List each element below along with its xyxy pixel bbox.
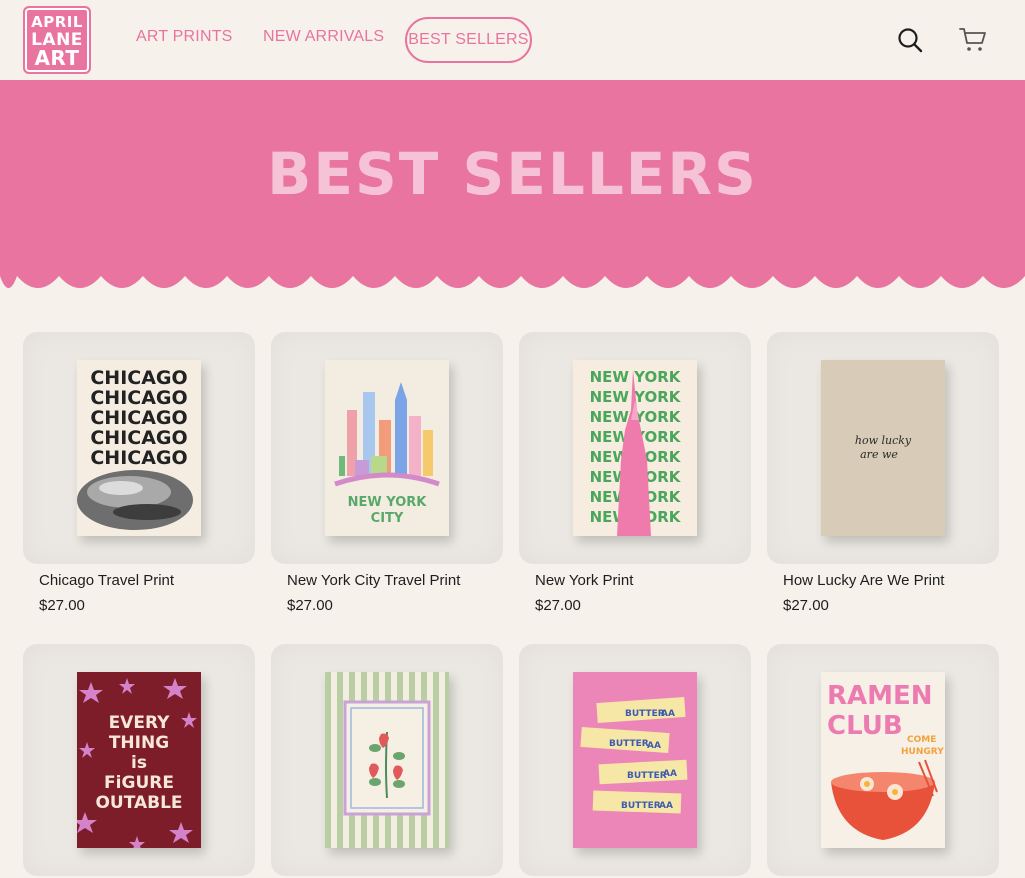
new-york-city-poster: NEW YORK CITY: [325, 360, 449, 536]
poster-text: BUTTER: [609, 739, 649, 749]
product-thumbnail[interactable]: how lucky are we: [767, 332, 999, 564]
poster-text: THING: [109, 733, 169, 753]
poster-text: CITY: [371, 511, 404, 526]
product-thumbnail[interactable]: NEW YORK NEW YORK NEW YORK NEW YORK NEW …: [519, 332, 751, 564]
poster-text: NEW YORK: [590, 368, 682, 386]
poster-text: how lucky: [855, 434, 912, 447]
poster-text: NEW YORK: [348, 495, 428, 510]
poster-text: FiGURE: [104, 773, 174, 793]
poster-text: is: [131, 753, 147, 773]
ramen-club-poster: RAMEN CLUB COME HUNGRY: [821, 672, 945, 848]
new-york-poster: NEW YORK NEW YORK NEW YORK NEW YORK NEW …: [573, 360, 697, 536]
poster-text: are we: [860, 448, 898, 461]
product-price: $27.00: [39, 597, 85, 614]
strawberry-poster: [325, 672, 449, 848]
search-icon[interactable]: [896, 26, 924, 54]
chicago-poster: CHICAGO CHICAGO CHICAGO CHICAGO CHICAGO: [77, 360, 201, 536]
poster-text: COME: [907, 735, 936, 745]
nav-best-sellers[interactable]: BEST SELLERS: [405, 17, 532, 63]
product-name[interactable]: New York City Travel Print: [287, 572, 460, 589]
butter-poster: BUTTER AA BUTTER AA BUTTER AA BUTTER AA: [573, 672, 697, 848]
poster-text: BUTTER: [621, 801, 661, 811]
poster-text: BUTTER: [625, 709, 665, 719]
site-header: APRIL LANE ART ART PRINTS NEW ARRIVALS B…: [0, 0, 1025, 80]
product-thumbnail[interactable]: [271, 644, 503, 876]
poster-text: CHICAGO: [90, 447, 187, 469]
poster-text: CHICAGO: [90, 387, 187, 409]
product-thumbnail[interactable]: NEW YORK CITY: [271, 332, 503, 564]
poster-text: OUTABLE: [95, 793, 182, 813]
poster-text: AA: [663, 769, 677, 779]
poster-text: EVERY: [109, 713, 171, 733]
product-name[interactable]: Chicago Travel Print: [39, 572, 174, 589]
brand-logo[interactable]: APRIL LANE ART: [23, 6, 91, 74]
poster-text: CLUB: [827, 711, 903, 741]
product-thumbnail[interactable]: EVERY THING is FiGURE OUTABLE: [23, 644, 255, 876]
nav-new-arrivals[interactable]: NEW ARRIVALS: [263, 28, 384, 46]
poster-text: AA: [661, 709, 675, 719]
poster-text: BUTTER: [627, 771, 667, 781]
page-title: BEST SELLERS: [267, 140, 758, 208]
poster-text: CHICAGO: [90, 367, 187, 389]
poster-text: AA: [659, 801, 673, 811]
poster-text: RAMEN: [827, 681, 933, 711]
product-price: $27.00: [535, 597, 581, 614]
poster-text: AA: [647, 741, 661, 751]
poster-text: CHICAGO: [90, 407, 187, 429]
product-thumbnail[interactable]: BUTTER AA BUTTER AA BUTTER AA BUTTER AA: [519, 644, 751, 876]
nav-art-prints[interactable]: ART PRINTS: [136, 28, 233, 46]
product-name[interactable]: New York Print: [535, 572, 633, 589]
poster-text: CHICAGO: [90, 427, 187, 449]
logo-line-3: ART: [34, 46, 80, 70]
product-price: $27.00: [287, 597, 333, 614]
logo-line-1: APRIL: [31, 13, 83, 31]
product-name[interactable]: How Lucky Are We Print: [783, 572, 944, 589]
cart-icon[interactable]: [959, 26, 987, 54]
product-price: $27.00: [783, 597, 829, 614]
hero-banner: BEST SELLERS: [0, 80, 1025, 300]
poster-text: HUNGRY: [901, 747, 944, 757]
product-thumbnail[interactable]: RAMEN CLUB COME HUNGRY: [767, 644, 999, 876]
product-thumbnail[interactable]: CHICAGO CHICAGO CHICAGO CHICAGO CHICAGO: [23, 332, 255, 564]
how-lucky-poster: how lucky are we: [821, 360, 945, 536]
figure-outable-poster: EVERY THING is FiGURE OUTABLE: [77, 672, 201, 848]
